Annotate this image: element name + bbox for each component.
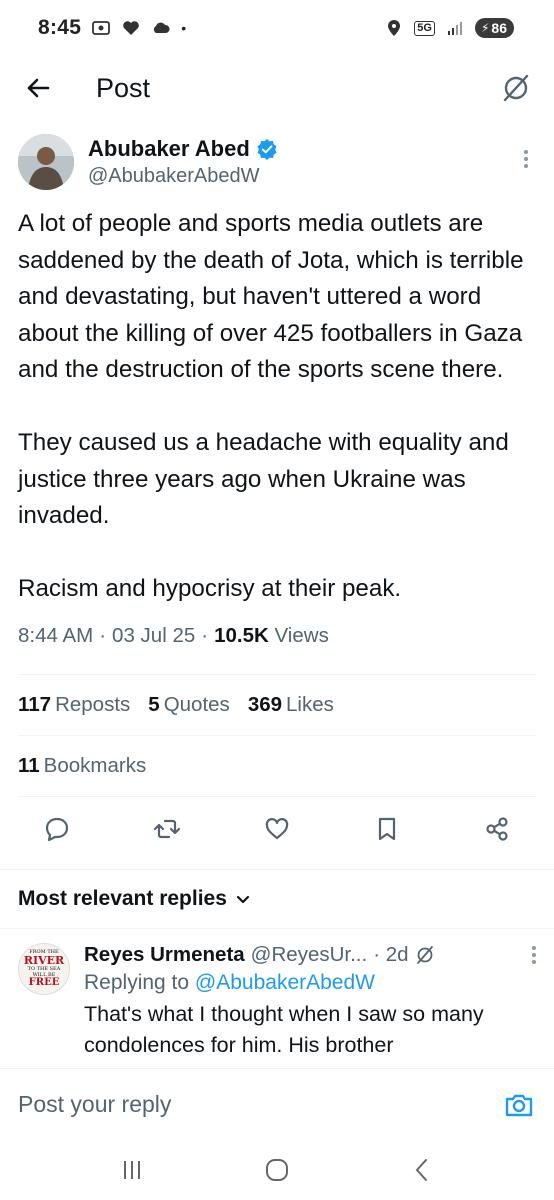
replies-heading: Most relevant replies (18, 886, 227, 910)
avatar-text: FREE (28, 977, 60, 988)
battery-indicator: ⚡ 86 (474, 18, 514, 38)
bookmark-icon (378, 817, 396, 840)
heart-icon (265, 817, 289, 839)
post: Abubaker Abed @AbubakerAbedW A lot of pe… (0, 134, 554, 1061)
meta-separator: · (201, 623, 209, 647)
signal-icon (447, 22, 462, 35)
reply-text: That's what I thought when I saw so many… (84, 1001, 484, 1057)
post-text: A lot of people and sports media outlets… (18, 210, 524, 602)
system-back-icon[interactable] (409, 1157, 435, 1183)
chevron-down-icon (236, 895, 250, 903)
dot-icon: • (181, 20, 187, 36)
screen-record-icon (92, 21, 111, 35)
replying-to-link[interactable]: @AbubakerAbedW (195, 971, 375, 994)
reply-author-handle[interactable]: @ReyesUr... (251, 943, 368, 967)
action-bar (0, 797, 554, 861)
system-nav-bar (0, 1140, 554, 1200)
location-icon (388, 20, 401, 36)
bookmarks-label: Bookmarks (43, 753, 147, 777)
likes-count: 369 (247, 692, 283, 716)
author-avatar[interactable] (18, 134, 74, 190)
reposts-count: 117 (18, 692, 52, 716)
likes-stat[interactable]: 369 Likes (248, 693, 334, 717)
reposts-stat[interactable]: 117 Reposts (18, 693, 130, 717)
grok-button[interactable] (498, 70, 534, 106)
battery-level: 86 (491, 20, 507, 36)
replying-to: Replying to @AbubakerAbedW (84, 971, 536, 995)
recent-apps-icon[interactable] (119, 1157, 145, 1183)
avatar-text: RIVER (23, 954, 65, 967)
more-vertical-icon[interactable] (516, 150, 536, 170)
page-title: Post (96, 72, 151, 103)
post-date: 03 Jul 25 (112, 623, 196, 647)
repost-icon (153, 819, 181, 838)
share-button[interactable] (482, 814, 512, 844)
cloud-icon (154, 22, 170, 33)
back-button[interactable] (20, 70, 56, 106)
repost-button[interactable] (152, 814, 182, 844)
camera-icon[interactable] (502, 1088, 536, 1122)
divider (0, 927, 554, 929)
reposts-label: Reposts (55, 692, 131, 716)
reply-input[interactable] (18, 1091, 502, 1118)
heart-status-icon (123, 21, 140, 35)
post-header: Abubaker Abed @AbubakerAbedW (0, 134, 554, 204)
reply-author-name[interactable]: Reyes Urmeneta (84, 943, 245, 967)
share-icon (486, 816, 508, 841)
grok-icon[interactable] (415, 945, 435, 965)
top-nav: Post (0, 56, 554, 120)
verified-badge-icon (257, 139, 277, 160)
quotes-label: Quotes (163, 692, 230, 716)
views-label: Views (274, 623, 329, 647)
engagement-stats: 117 Reposts 5 Quotes 369 Likes (0, 675, 554, 735)
likes-label: Likes (286, 692, 334, 716)
author-handle[interactable]: @AbubakerAbedW (88, 165, 278, 188)
like-button[interactable] (262, 814, 292, 844)
meta-separator: · (99, 623, 107, 647)
reply-composer (0, 1068, 554, 1140)
views[interactable]: 10.5K Views (214, 624, 329, 648)
bookmarks-stat[interactable]: 11 Bookmarks (18, 754, 146, 778)
replies-sort-toggle[interactable]: Most relevant replies (0, 870, 554, 928)
author-name[interactable]: Abubaker Abed (88, 136, 250, 162)
bookmarks-count: 11 (18, 753, 40, 777)
bookmark-button[interactable] (372, 814, 402, 844)
quotes-stat[interactable]: 5 Quotes (148, 693, 230, 717)
quotes-count: 5 (148, 692, 160, 716)
reply-button[interactable] (42, 814, 72, 844)
arrow-left-icon (27, 78, 50, 98)
more-vertical-icon[interactable] (532, 945, 536, 964)
network-label: 5G (414, 20, 435, 36)
replying-prefix: Replying to (84, 970, 190, 994)
avatar-photo (18, 134, 74, 190)
reply-age: · 2d (373, 942, 409, 966)
post-meta: 8:44 AM · 03 Jul 25 · 10.5K Views (0, 618, 554, 654)
reply-avatar[interactable]: FROM THE RIVER TO THE SEA WILL BE FREE (18, 942, 70, 995)
comment-icon (45, 817, 69, 841)
views-count: 10.5K (214, 623, 269, 647)
battery-bolt-icon: ⚡ (480, 21, 490, 35)
grok-icon (503, 74, 529, 102)
reply-item[interactable]: FROM THE RIVER TO THE SEA WILL BE FREE R… (0, 942, 554, 1061)
status-time: 8:45 (38, 16, 82, 39)
status-bar: 8:45 • 5G ⚡ 86 (0, 0, 554, 56)
post-time: 8:44 AM (18, 623, 94, 647)
home-icon[interactable] (264, 1157, 290, 1183)
bookmarks-row: 11 Bookmarks (0, 736, 554, 796)
